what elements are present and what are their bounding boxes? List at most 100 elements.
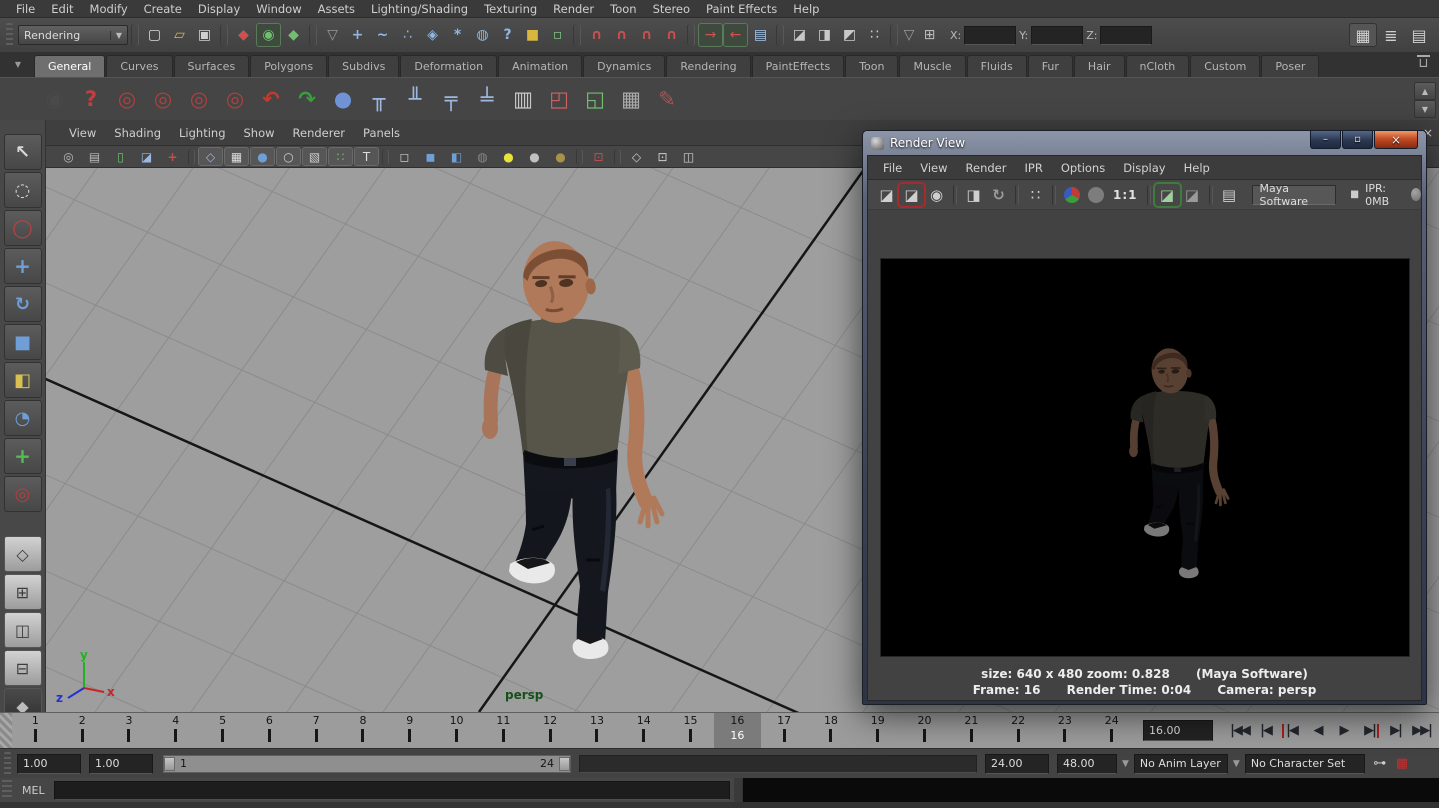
animation-end-field[interactable] [1057,754,1117,774]
playback-range-slider[interactable]: 1 24 [163,755,571,773]
checkered-sphere-icon[interactable]: ◍ [470,147,495,166]
menu-set-dropdown[interactable]: Rendering ▼ [18,25,128,45]
shelf-tab-menu-arrow-icon[interactable]: ▼ [10,58,26,70]
soft-modification-tool[interactable]: ◔ [4,400,42,436]
xray-cube-icon[interactable]: ◇ [624,147,649,166]
coord-input[interactable] [964,26,1016,45]
render-view-menu-item[interactable]: Display [1114,161,1174,175]
points-icon[interactable]: ∷ [328,147,353,166]
hierarchy-unparent-icon[interactable]: ╨ [398,82,432,116]
timeline-frame[interactable]: 18 18 [808,713,855,748]
panel-menu-item[interactable]: Lighting [170,126,234,140]
light-on-icon[interactable]: ● [496,147,521,166]
timeline-frame[interactable]: 24 24 [1088,713,1135,748]
shelf-tab[interactable]: Toon [845,55,898,77]
new-scene-icon[interactable]: ▢ [142,23,167,47]
ipr-render-icon[interactable]: ◨ [812,23,837,47]
smooth-shaded-icon[interactable]: ● [250,147,275,166]
set-key-icon[interactable]: ⊶ [1371,755,1389,773]
timeline-frame[interactable]: 21 21 [948,713,995,748]
character-model[interactable] [440,230,700,660]
delete-unused-icon[interactable]: ● [326,82,360,116]
last-tool-used[interactable]: ◎ [4,476,42,512]
render-view-menu-item[interactable]: IPR [1016,161,1052,175]
snap-filter-icon[interactable]: ▽ [320,23,345,47]
render-view-menu-item[interactable]: File [874,161,911,175]
render-sequence-icon[interactable]: ∷ [862,23,887,47]
shelf-tab[interactable]: PaintEffects [752,55,845,77]
undo-icon[interactable]: ↶ [254,82,288,116]
move-tool[interactable]: + [4,248,42,284]
camera-zoom-icon[interactable]: ◎ [218,82,252,116]
step-forward-key-button[interactable]: ▶| [1357,716,1382,746]
render-current-frame-icon[interactable]: ◪ [787,23,812,47]
duplicate-special-icon[interactable]: ◱ [578,82,612,116]
shaded-cube-icon[interactable]: ◼ [418,147,443,166]
shelf-tab[interactable]: Deformation [400,55,497,77]
pan-zoom-icon[interactable]: + [160,147,185,166]
render-view-window[interactable]: Render View – ▫ × FileViewRenderIPROptio… [862,130,1427,705]
timeline-frame[interactable]: 8 8 [340,713,387,748]
command-splitter-handle[interactable] [734,778,742,802]
timeline-frame[interactable]: 11 11 [480,713,527,748]
save-scene-icon[interactable]: ▣ [192,23,217,47]
select-camera-icon[interactable]: ◎ [56,147,81,166]
time-slider-grip[interactable] [0,713,12,748]
snap-to-grid-icon[interactable]: + [345,23,370,47]
shelf-tab[interactable]: Hair [1074,55,1125,77]
tool-settings-icon[interactable]: ≣ [1377,23,1405,47]
render-view-menu-item[interactable]: Help [1175,161,1219,175]
snap-to-view-plane-icon[interactable]: * [445,23,470,47]
chevron-down-icon[interactable]: ▼ [1122,759,1129,769]
camera-tumble-icon[interactable]: ◎ [110,82,144,116]
coord-input[interactable] [1031,26,1083,45]
render-settings-icon[interactable]: ▤ [1217,184,1242,206]
open-scene-icon[interactable]: ▱ [167,23,192,47]
hierarchy-parent-icon[interactable]: ╥ [362,82,396,116]
rendered-image[interactable] [880,258,1410,657]
go-to-start-button[interactable]: |◀◀ [1227,716,1252,746]
paint-selection-tool[interactable]: ◯ [4,210,42,246]
attribute-editor-icon[interactable]: ▦ [1349,23,1377,47]
step-forward-frame-button[interactable]: ▶| [1383,716,1408,746]
shelf-scroll-up-button[interactable]: ▲ [1414,82,1436,100]
snap-magnet-plane-icon[interactable]: ∩ [659,23,684,47]
menubar-item[interactable]: Create [136,2,190,16]
image-plane-icon[interactable]: ◪ [134,147,159,166]
rotate-tool[interactable]: ↻ [4,286,42,322]
timeline-frame[interactable]: 4 4 [152,713,199,748]
menubar-item[interactable]: Texturing [476,2,545,16]
shelf-tab[interactable]: Subdivs [328,55,399,77]
snap-magnet-point-icon[interactable]: ∩ [634,23,659,47]
menubar-item[interactable]: Assets [310,2,363,16]
combine-icon[interactable]: ▦ [614,82,648,116]
bounding-box-icon[interactable]: ▧ [302,147,327,166]
shelf-tab[interactable]: Poser [1261,55,1319,77]
render-view-menu-item[interactable]: Options [1052,161,1114,175]
panel-menu-item[interactable]: View [60,126,105,140]
show-manipulator-tool[interactable]: + [4,438,42,474]
character-set-field[interactable]: No Character Set [1245,754,1365,774]
snap-magnet-grid-icon[interactable]: ∩ [584,23,609,47]
snap-to-curve-icon[interactable]: ~ [370,23,395,47]
menubar-item[interactable]: Help [785,2,827,16]
timeline-frame[interactable]: 5 5 [199,713,246,748]
timeline-frame[interactable]: 19 19 [854,713,901,748]
render-view-menu-item[interactable]: Render [957,161,1016,175]
step-back-key-button[interactable]: |◀ [1279,716,1304,746]
multi-pane-icon[interactable]: ◫ [676,147,701,166]
textured-cube-icon[interactable]: ◧ [444,147,469,166]
light-default-icon[interactable]: ● [522,147,547,166]
timeline-frame[interactable]: 9 9 [386,713,433,748]
play-backwards-button[interactable]: ◀ [1305,716,1330,746]
redo-previous-render-icon[interactable]: ◪ [899,184,924,206]
panel-menu-item[interactable]: Panels [354,126,409,140]
menubar-item[interactable]: Window [248,2,309,16]
camera-dolly-icon[interactable]: ◎ [182,82,216,116]
light-off-icon[interactable]: ● [548,147,573,166]
select-tool[interactable]: ↖ [4,134,42,170]
snapshot-icon[interactable]: ◉ [924,184,949,206]
timeline-frame[interactable]: 23 23 [1042,713,1089,748]
shelf-tab[interactable]: Fluids [967,55,1027,77]
remove-image-icon[interactable]: ◪ [1180,184,1205,206]
